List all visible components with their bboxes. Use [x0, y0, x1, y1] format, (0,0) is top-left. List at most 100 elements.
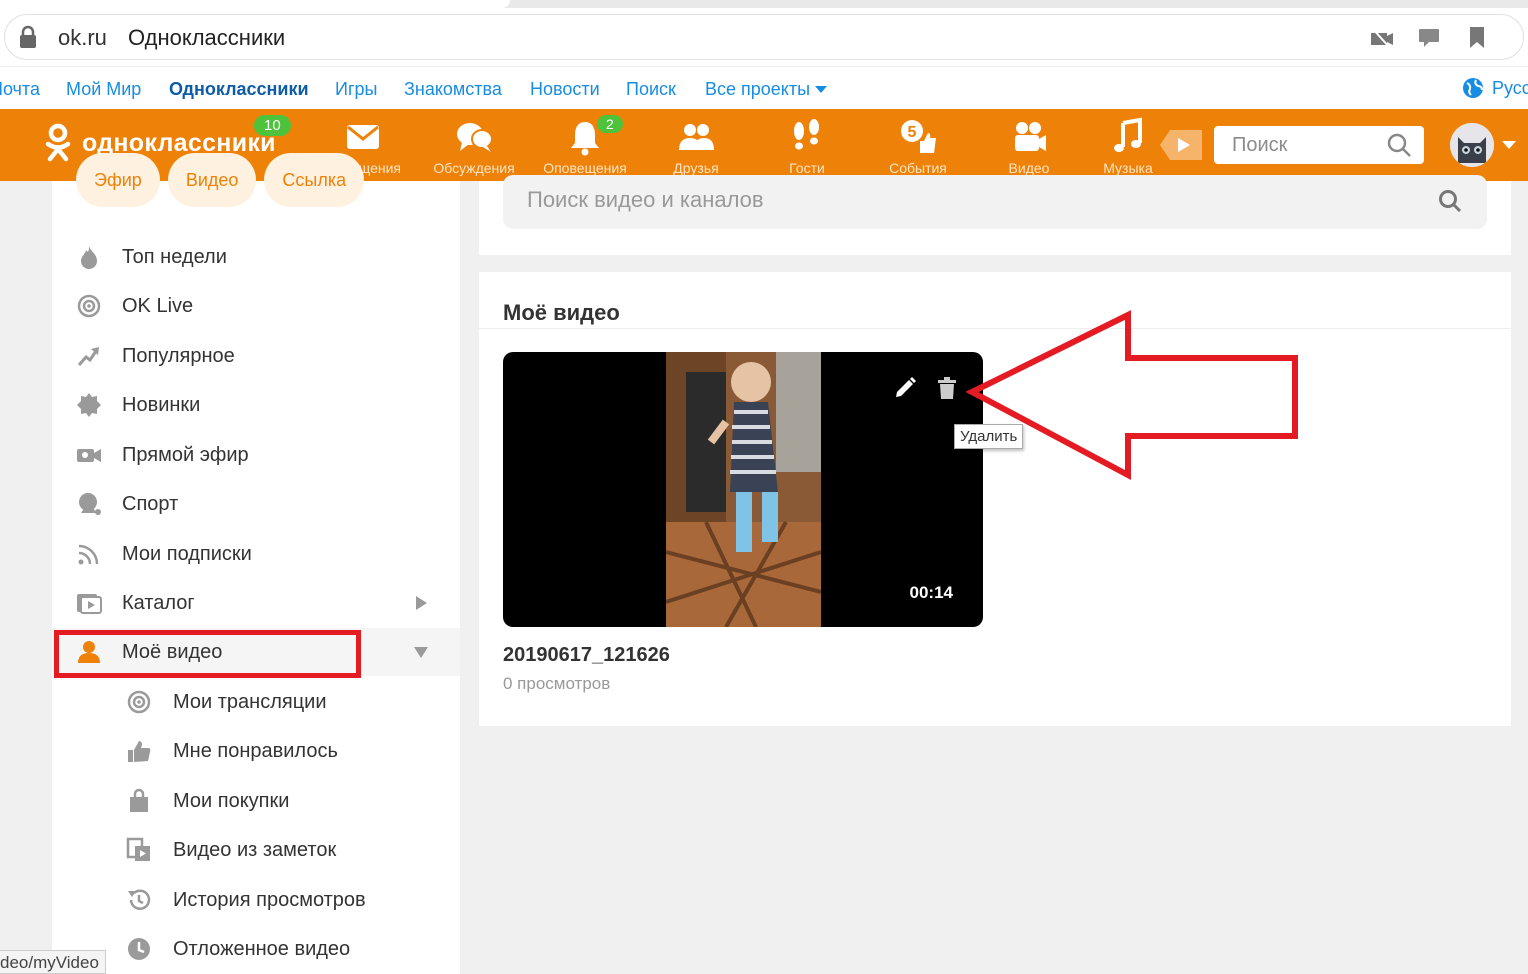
nav-notifications[interactable]: Оповещения 2: [535, 115, 635, 176]
sidebar-sub-label: Мне понравилось: [173, 739, 338, 762]
section-title: Моё видео: [503, 300, 620, 325]
bookmark-icon[interactable]: [1464, 24, 1490, 50]
pill-live-label: Эфир: [94, 170, 142, 190]
live-camera-icon: [77, 449, 101, 462]
clock-icon: [128, 938, 150, 960]
project-link-dating[interactable]: Знакомства: [404, 79, 502, 100]
nav-events[interactable]: 5 События: [868, 117, 968, 176]
sidebar-sub-liked[interactable]: Мне понравилось: [52, 727, 460, 775]
chat-bubbles-icon: [457, 123, 493, 152]
video-thumbnail[interactable]: 00:14: [503, 352, 983, 627]
sidebar-item-my-video[interactable]: Моё видео: [52, 628, 460, 676]
sidebar-item-live[interactable]: Прямой эфир: [52, 431, 460, 479]
notifications-count-badge: 2: [597, 115, 623, 133]
notification-count-badge: 10: [254, 115, 291, 136]
video-title[interactable]: 20190617_121626: [503, 644, 670, 667]
sidebar-item-sport[interactable]: Спорт: [52, 480, 460, 528]
video-views: 0 просмотров: [503, 674, 611, 693]
sidebar-item-label: OK Live: [122, 294, 194, 317]
nav-friends-label: Друзья: [673, 160, 719, 176]
sidebar-sub-watch-later[interactable]: Отложенное видео: [52, 925, 460, 973]
chat-icon[interactable]: [1416, 24, 1442, 50]
nav-video[interactable]: Видео: [979, 117, 1079, 176]
user-avatar[interactable]: [1450, 123, 1494, 167]
sidebar-sub-my-broadcasts[interactable]: Мои трансляции: [52, 678, 460, 726]
sidebar-sub-label: Мои покупки: [173, 789, 290, 812]
sidebar-sub-history[interactable]: История просмотров: [52, 876, 460, 924]
collapse-arrow-icon[interactable]: [414, 646, 428, 658]
video-search-box[interactable]: [503, 175, 1487, 229]
globe-icon: [1463, 78, 1483, 98]
pill-link-label: Ссылка: [282, 170, 347, 190]
pill-video-label: Видео: [185, 170, 239, 190]
search-icon[interactable]: [1437, 188, 1463, 214]
broadcast-icon: [127, 690, 151, 714]
edit-pencil-icon[interactable]: [893, 376, 917, 400]
url-host[interactable]: ok.ru: [58, 25, 107, 51]
ok-search-box[interactable]: [1214, 126, 1424, 164]
video-search-card: [479, 175, 1511, 255]
search-icon[interactable]: [1386, 132, 1412, 158]
avatar-caret-icon[interactable]: [1502, 141, 1516, 149]
camera-blocked-icon[interactable]: [1368, 24, 1394, 50]
nav-video-label: Видео: [1008, 160, 1050, 176]
trending-arrow-icon: [77, 347, 99, 366]
delete-tooltip: Удалить: [954, 424, 1024, 449]
lock-icon: [20, 25, 36, 48]
sidebar-item-subscriptions[interactable]: Мои подписки: [52, 530, 460, 578]
ok-logo-icon: [45, 123, 71, 162]
sidebar-sub-label: Видео из заметок: [173, 838, 337, 861]
sidebar-sub-label: История просмотров: [173, 888, 366, 911]
ok-search-input[interactable]: [1232, 134, 1382, 157]
live-broadcast-icon: [77, 294, 101, 318]
all-projects-dropdown[interactable]: Все проекты: [705, 79, 828, 100]
caret-down-icon: [815, 86, 828, 93]
flame-icon: [81, 246, 97, 269]
projects-bar: Почта Мой Мир Одноклассники Игры Знакомс…: [0, 66, 1528, 110]
nav-friends[interactable]: Друзья: [646, 117, 746, 176]
sidebar-item-top-week[interactable]: Топ недели: [52, 233, 460, 281]
expand-arrow-icon[interactable]: [416, 596, 427, 610]
sidebar-item-catalog[interactable]: Каталог: [52, 579, 460, 627]
sidebar-item-label: Моё видео: [122, 640, 223, 663]
language-switch[interactable]: Русс: [1462, 77, 1528, 99]
sidebar-sub-label: Отложенное видео: [173, 937, 351, 960]
trash-delete-icon[interactable]: [936, 376, 958, 400]
pill-video[interactable]: Видео: [167, 153, 257, 207]
project-link-search[interactable]: Поиск: [626, 79, 676, 100]
footprints-icon: [794, 119, 819, 150]
sidebar-sub-label: Мои трансляции: [173, 690, 327, 713]
person-icon: [78, 641, 100, 663]
video-duration: 00:14: [909, 583, 953, 602]
sidebar-item-popular[interactable]: Популярное: [52, 332, 460, 380]
project-link-mymir[interactable]: Мой Мир: [66, 79, 141, 100]
nav-guests[interactable]: Гости: [757, 117, 857, 176]
nav-music-label: Музыка: [1103, 160, 1153, 176]
video-search-input[interactable]: [527, 187, 1407, 213]
sidebar-item-label: Новинки: [122, 393, 201, 416]
pill-live[interactable]: Эфир: [76, 153, 160, 207]
sidebar-item-label: Каталог: [122, 591, 195, 614]
play-icon[interactable]: [1160, 128, 1202, 162]
my-videos-card: Моё видео 00:14 20190617_121626 0 просмо…: [479, 272, 1511, 726]
nav-discussions[interactable]: Обсуждения: [424, 117, 524, 176]
pill-link[interactable]: Ссылка: [264, 153, 365, 207]
project-link-news[interactable]: Новости: [530, 79, 600, 100]
friends-icon: [679, 124, 714, 150]
nav-guests-label: Гости: [789, 160, 825, 176]
status-bar-url: deo/myVideo: [0, 950, 106, 974]
catalog-icon: [77, 594, 102, 614]
sidebar-item-label: Топ недели: [122, 245, 227, 268]
sidebar-sub-purchases[interactable]: Мои покупки: [52, 777, 460, 825]
project-link-games[interactable]: Игры: [335, 79, 377, 100]
url-page-title[interactable]: Одноклассники: [128, 25, 285, 51]
thumbs-up-icon: [128, 741, 151, 762]
cat-avatar-icon: [1450, 123, 1494, 167]
sidebar-sub-notes-video[interactable]: Видео из заметок: [52, 826, 460, 874]
nav-discussions-label: Обсуждения: [433, 160, 515, 176]
project-link-mail[interactable]: Почта: [0, 79, 40, 100]
sidebar-item-new[interactable]: Новинки: [52, 381, 460, 429]
events-like-icon: 5: [901, 120, 936, 153]
sidebar-item-ok-live[interactable]: OK Live: [52, 282, 460, 330]
project-link-ok[interactable]: Одноклассники: [169, 79, 309, 100]
